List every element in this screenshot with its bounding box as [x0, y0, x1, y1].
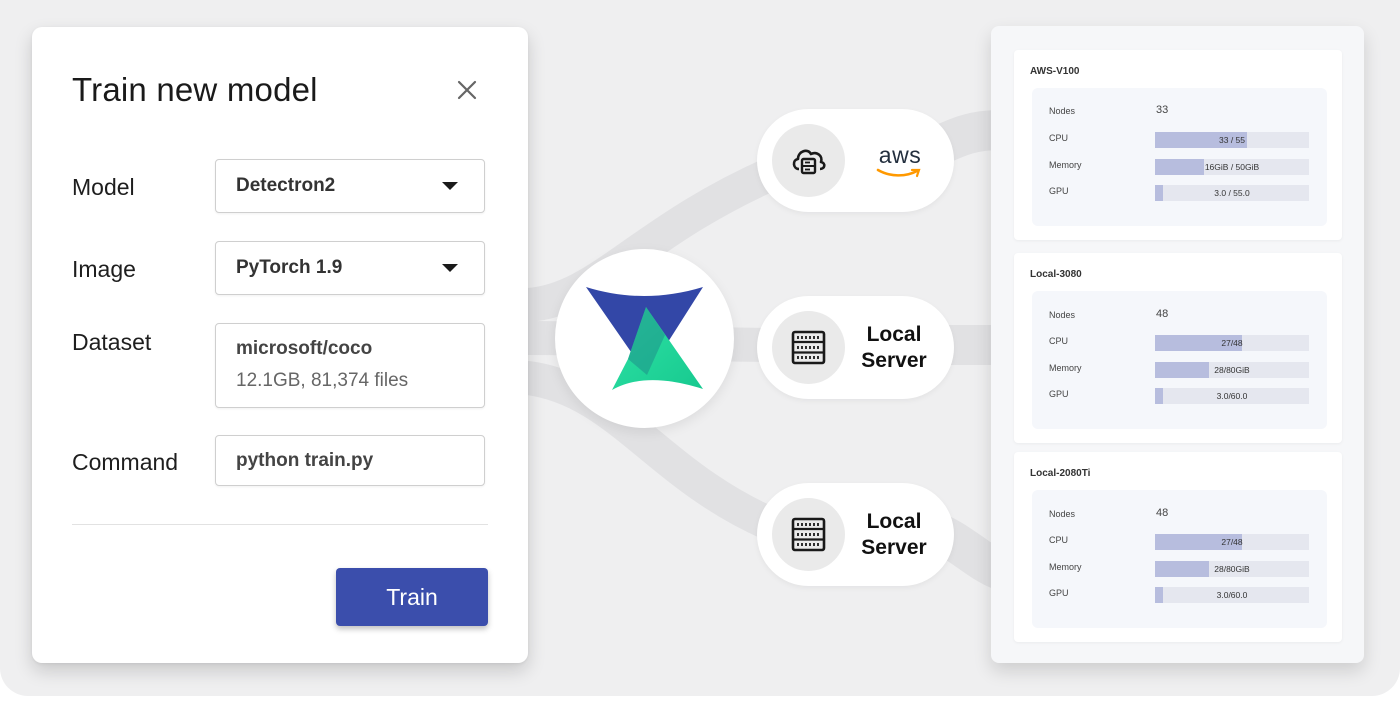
usage-bar-text: 27/48: [1221, 338, 1243, 348]
nodes-label: Nodes: [1049, 106, 1076, 116]
dataset-name: microsoft/coco: [236, 338, 373, 359]
resource-card[interactable]: Local-3080 Nodes 48 CPU 27/48 Memory 28/…: [1014, 253, 1342, 443]
nodes-label: Nodes: [1049, 310, 1076, 320]
image-label: Image: [72, 256, 136, 282]
logo-icon: [586, 287, 703, 390]
model-label: Model: [72, 174, 135, 200]
metric-label: Memory: [1049, 363, 1082, 373]
target-label: Local Server: [855, 509, 933, 561]
close-button[interactable]: [452, 75, 482, 105]
aws-logo: aws: [861, 142, 939, 178]
resource-stats: Nodes 48 CPU 27/48 Memory 28/80GiB GPU 3…: [1032, 490, 1327, 628]
metric-row: GPU 3.0 / 55.0: [1032, 184, 1327, 202]
dataset-meta: 12.1GB, 81,374 files: [236, 370, 409, 391]
usage-bar-text: 16GiB / 50GiB: [1204, 162, 1260, 172]
usage-bar-text: 33 / 55: [1219, 135, 1245, 145]
target-label-line1: Local: [866, 510, 922, 533]
target-label: Local Server: [855, 322, 933, 374]
usage-bar-text: 27/48: [1221, 537, 1243, 547]
metric-row: CPU 33 / 55: [1032, 131, 1327, 149]
usage-bar: 33 / 55: [1155, 132, 1309, 148]
resource-card[interactable]: AWS-V100 Nodes 33 CPU 33 / 55 Memory 16G…: [1014, 50, 1342, 240]
nodes-row: Nodes 48: [1032, 507, 1327, 525]
resource-name: Local-3080: [1030, 269, 1082, 280]
metric-row: GPU 3.0/60.0: [1032, 586, 1327, 604]
chevron-down-icon: [442, 182, 458, 190]
server-icon-wrap: [772, 498, 845, 571]
dataset-label: Dataset: [72, 329, 152, 355]
metric-row: Memory 16GiB / 50GiB: [1032, 158, 1327, 176]
cloud-server-icon-wrap: [772, 124, 845, 197]
train-button[interactable]: Train: [336, 568, 488, 626]
nodes-value: 48: [1156, 308, 1169, 320]
nodes-label: Nodes: [1049, 509, 1076, 519]
metric-row: CPU 27/48: [1032, 533, 1327, 551]
resource-name: AWS-V100: [1030, 66, 1080, 77]
divider: [72, 524, 488, 525]
model-select-value: Detectron2: [236, 175, 336, 196]
usage-bar-text: 3.0/60.0: [1216, 391, 1248, 401]
metric-label: CPU: [1049, 133, 1069, 143]
target-local-server-1[interactable]: Local Server: [757, 296, 954, 399]
server-icon-wrap: [772, 311, 845, 384]
usage-bar: 3.0/60.0: [1155, 388, 1309, 404]
target-label-line2: Server: [861, 536, 927, 559]
server-rack-icon: [791, 330, 826, 365]
target-local-server-2[interactable]: Local Server: [757, 483, 954, 586]
usage-bar: 3.0/60.0: [1155, 587, 1309, 603]
metric-label: CPU: [1049, 535, 1069, 545]
train-model-dialog: Train new model Model Detectron2 Image P…: [32, 27, 528, 663]
image-select-value: PyTorch 1.9: [236, 257, 343, 278]
nodes-value: 48: [1156, 507, 1169, 519]
cloud-server-icon: [792, 149, 826, 175]
dataset-field[interactable]: microsoft/coco 12.1GB, 81,374 files: [215, 323, 485, 408]
metric-row: CPU 27/48: [1032, 334, 1327, 352]
resource-card[interactable]: Local-2080Ti Nodes 48 CPU 27/48 Memory 2…: [1014, 452, 1342, 642]
close-icon: [457, 80, 477, 100]
server-rack-icon: [791, 517, 826, 552]
usage-bar-text: 3.0 / 55.0: [1214, 188, 1250, 198]
metric-label: Memory: [1049, 562, 1082, 572]
metric-label: GPU: [1049, 389, 1069, 399]
metric-row: Memory 28/80GiB: [1032, 560, 1327, 578]
resource-name: Local-2080Ti: [1030, 468, 1091, 479]
command-label: Command: [72, 449, 179, 475]
nodes-value: 33: [1156, 104, 1169, 116]
stage-background: Train new model Model Detectron2 Image P…: [0, 0, 1400, 696]
metric-label: GPU: [1049, 186, 1069, 196]
resource-stats: Nodes 33 CPU 33 / 55 Memory 16GiB / 50Gi…: [1032, 88, 1327, 226]
resource-stats: Nodes 48 CPU 27/48 Memory 28/80GiB GPU 3…: [1032, 291, 1327, 429]
image-select[interactable]: PyTorch 1.9: [215, 241, 485, 295]
target-label-line2: Server: [861, 349, 927, 372]
usage-bar: 28/80GiB: [1155, 561, 1309, 577]
dialog-title: Train new model: [72, 71, 318, 108]
command-input[interactable]: python train.py: [215, 435, 485, 486]
resource-panel: AWS-V100 Nodes 33 CPU 33 / 55 Memory 16G…: [991, 26, 1364, 663]
aws-smile-icon: [876, 168, 921, 178]
usage-bar: 27/48: [1155, 534, 1309, 550]
metric-row: GPU 3.0/60.0: [1032, 387, 1327, 405]
usage-bar: 3.0 / 55.0: [1155, 185, 1309, 201]
metric-label: GPU: [1049, 588, 1069, 598]
usage-bar: 28/80GiB: [1155, 362, 1309, 378]
model-select[interactable]: Detectron2: [215, 159, 485, 213]
aws-logo-text: aws: [878, 142, 922, 168]
usage-bar-text: 3.0/60.0: [1216, 590, 1248, 600]
command-value: python train.py: [236, 450, 374, 471]
usage-bar-text: 28/80GiB: [1214, 365, 1250, 375]
metric-label: CPU: [1049, 336, 1069, 346]
nodes-row: Nodes 48: [1032, 308, 1327, 326]
target-aws[interactable]: aws: [757, 109, 954, 212]
target-label-line1: Local: [866, 323, 922, 346]
usage-bar-text: 28/80GiB: [1214, 564, 1250, 574]
usage-bar: 27/48: [1155, 335, 1309, 351]
chevron-down-icon: [442, 264, 458, 272]
usage-bar: 16GiB / 50GiB: [1155, 159, 1309, 175]
metric-label: Memory: [1049, 160, 1082, 170]
metric-row: Memory 28/80GiB: [1032, 361, 1327, 379]
nodes-row: Nodes 33: [1032, 104, 1327, 122]
platform-logo: [555, 249, 734, 428]
